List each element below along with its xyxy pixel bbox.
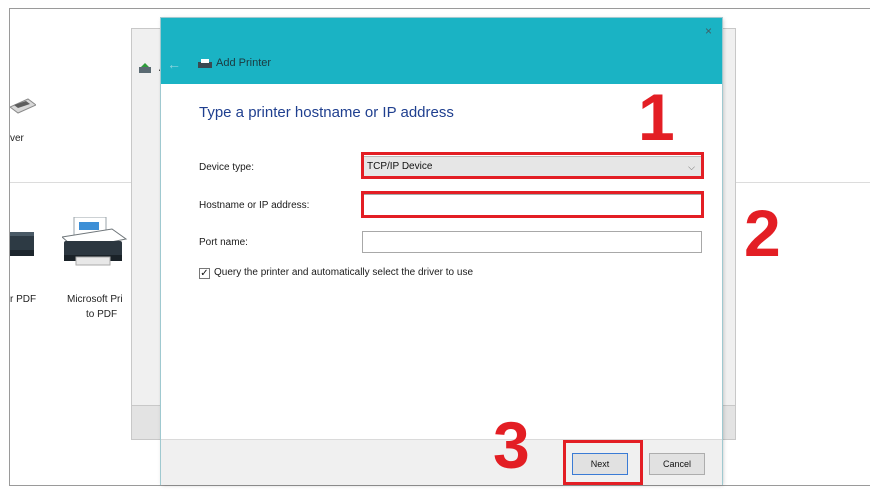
step-number-3: 3: [493, 408, 530, 482]
port-name-input[interactable]: [362, 231, 702, 253]
step-number-2: 2: [744, 196, 781, 270]
query-printer-label: Query the printer and automatically sele…: [214, 267, 474, 278]
device-type-label: Device type:: [199, 162, 255, 173]
query-printer-checkbox[interactable]: ✓: [199, 268, 210, 279]
port-name-label: Port name:: [199, 237, 248, 248]
background-item-label: r PDF: [10, 294, 37, 305]
highlight-device-type: [361, 152, 704, 179]
printer-small-icon: [139, 63, 151, 73]
printer-icon-partial-top: [10, 98, 36, 114]
dialog-title: Add Printer: [216, 57, 272, 69]
step-number-1: 1: [638, 80, 675, 154]
hostname-label: Hostname or IP address:: [199, 200, 310, 211]
highlight-hostname: [361, 191, 704, 218]
microsoft-print-to-pdf-icon[interactable]: [62, 217, 128, 269]
printer-icon-partial-left: [10, 232, 34, 256]
background-item-label: ver: [10, 133, 24, 144]
device-label-line2: to PDF: [86, 309, 118, 320]
back-arrow-icon[interactable]: ←: [167, 56, 181, 72]
close-icon[interactable]: ×: [705, 24, 712, 38]
printer-icon: [198, 59, 212, 68]
dialog-titlebar: × ← Add Printer: [161, 18, 722, 84]
device-label-line1: Microsoft Pri: [67, 294, 123, 305]
cancel-button[interactable]: Cancel: [649, 453, 705, 475]
page-heading: Type a printer hostname or IP address: [199, 104, 454, 121]
highlight-next-button: [563, 440, 643, 485]
